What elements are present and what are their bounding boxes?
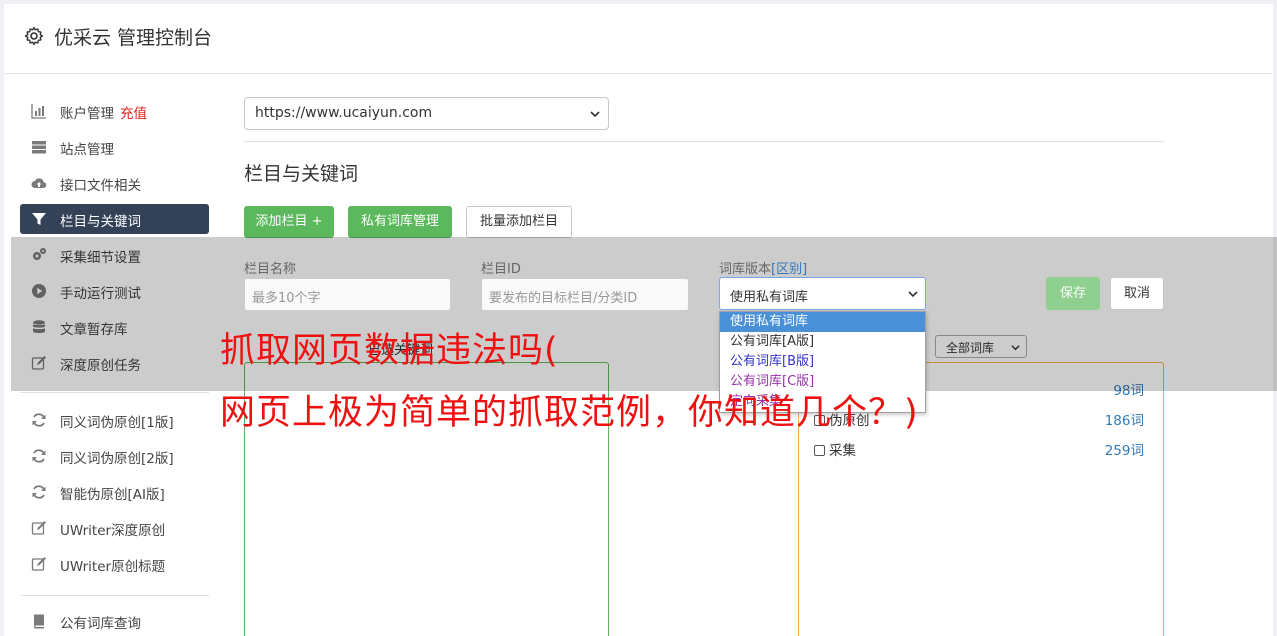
checkbox[interactable] [814,445,825,456]
refresh-icon [32,449,46,463]
lib-version-value: 使用私有词库 [730,290,809,305]
sidebar-item-label: 同义词伪原创[2版] [60,451,174,467]
recharge-link[interactable]: 充值 [120,106,147,122]
library-row-count: 186词 [1104,413,1144,429]
watermark-line-1: 抓取网页数据违法吗( [220,331,559,371]
library-row[interactable]: 采集 [814,439,856,459]
dropdown-option[interactable]: 公有词库[B版] [720,352,925,372]
sidebar-item-label: 栏目与关键词 [60,214,141,230]
diff-link[interactable]: [区别] [771,262,807,277]
sidebar-item-label: UWriter原创标题 [60,559,166,575]
server-icon [32,141,46,154]
cancel-button[interactable]: 取消 [1110,277,1164,310]
bar-chart-icon [31,104,46,119]
edit-icon [31,557,46,571]
sidebar-item-ai-original[interactable]: 智能伪原创[AI版] [20,477,209,507]
library-row-count: 259词 [1104,443,1144,459]
refresh-icon [32,485,46,499]
site-select-value: https://www.ucaiyun.com [255,105,433,121]
cloud-upload-icon [31,178,47,189]
app-title: 优采云 管理控制台 [54,27,213,49]
header: 优采云 管理控制台 [4,4,1273,74]
chevron-down-icon [908,291,918,298]
column-id-input[interactable]: 要发布的目标栏目/分类ID [481,278,689,311]
sidebar-item-columns[interactable]: 栏目与关键词 [20,204,209,234]
sidebar-item-label: 接口文件相关 [60,178,141,194]
sidebar-item-label: 站点管理 [60,142,114,158]
lib-version-text: 词库版本 [719,262,772,277]
library-row-label: 采集 [829,443,856,459]
sidebar-item-synonym-v2[interactable]: 同义词伪原创[2版] [20,441,209,471]
sidebar-item-uwriter-deep[interactable]: UWriter深度原创 [20,513,209,543]
sidebar-item-label: 智能伪原创[AI版] [60,487,165,503]
filter-icon [32,213,46,225]
sidebar-item-uwriter-title[interactable]: UWriter原创标题 [20,549,209,579]
sidebar-item-label: 同义词伪原创[1版] [60,415,174,431]
private-lib-button[interactable]: 私有词库管理 [348,206,452,238]
sidebar-item-sites[interactable]: 站点管理 [20,132,209,162]
chevron-down-icon [590,111,600,118]
add-column-button[interactable]: 添加栏目 + [244,206,334,238]
sidebar-item-interface[interactable]: 接口文件相关 [20,168,209,198]
lib-version-label: 词库版本[区别] [719,258,807,277]
section-title: 栏目与关键词 [244,163,359,185]
dropdown-option[interactable]: 使用私有词库 [720,312,925,332]
gear-icon [24,26,44,46]
refresh-icon [32,413,46,427]
dropdown-option[interactable]: 公有词库[A版] [720,332,925,352]
sidebar-item-public-lib[interactable]: 公有词库查询 [20,606,209,636]
sidebar-divider [20,595,209,596]
watermark-line-2: 网页上极为简单的抓取范例，你知道几个？) [220,393,919,433]
divider [244,141,1164,142]
modal-overlay [11,237,1277,391]
lib-version-select[interactable]: 使用私有词库 [719,277,926,310]
edit-icon [31,521,46,535]
save-button[interactable]: 保存 [1046,277,1100,310]
book-icon [34,614,44,629]
sidebar-item-account[interactable]: 账户管理 充值 [20,96,209,126]
site-select[interactable]: https://www.ucaiyun.com [244,97,609,130]
sidebar-item-label: 账户管理 [60,106,114,122]
sidebar-item-label: 公有词库查询 [60,616,141,632]
sidebar-divider [20,392,209,393]
batch-add-button[interactable]: 批量添加栏目 [466,206,572,238]
sidebar-item-label: UWriter深度原创 [60,523,166,539]
column-name-label: 栏目名称 [244,262,297,277]
column-name-input[interactable]: 最多10个字 [244,278,451,311]
sidebar-item-synonym-v1[interactable]: 同义词伪原创[1版] [20,405,209,435]
column-id-label: 栏目ID [481,262,521,277]
